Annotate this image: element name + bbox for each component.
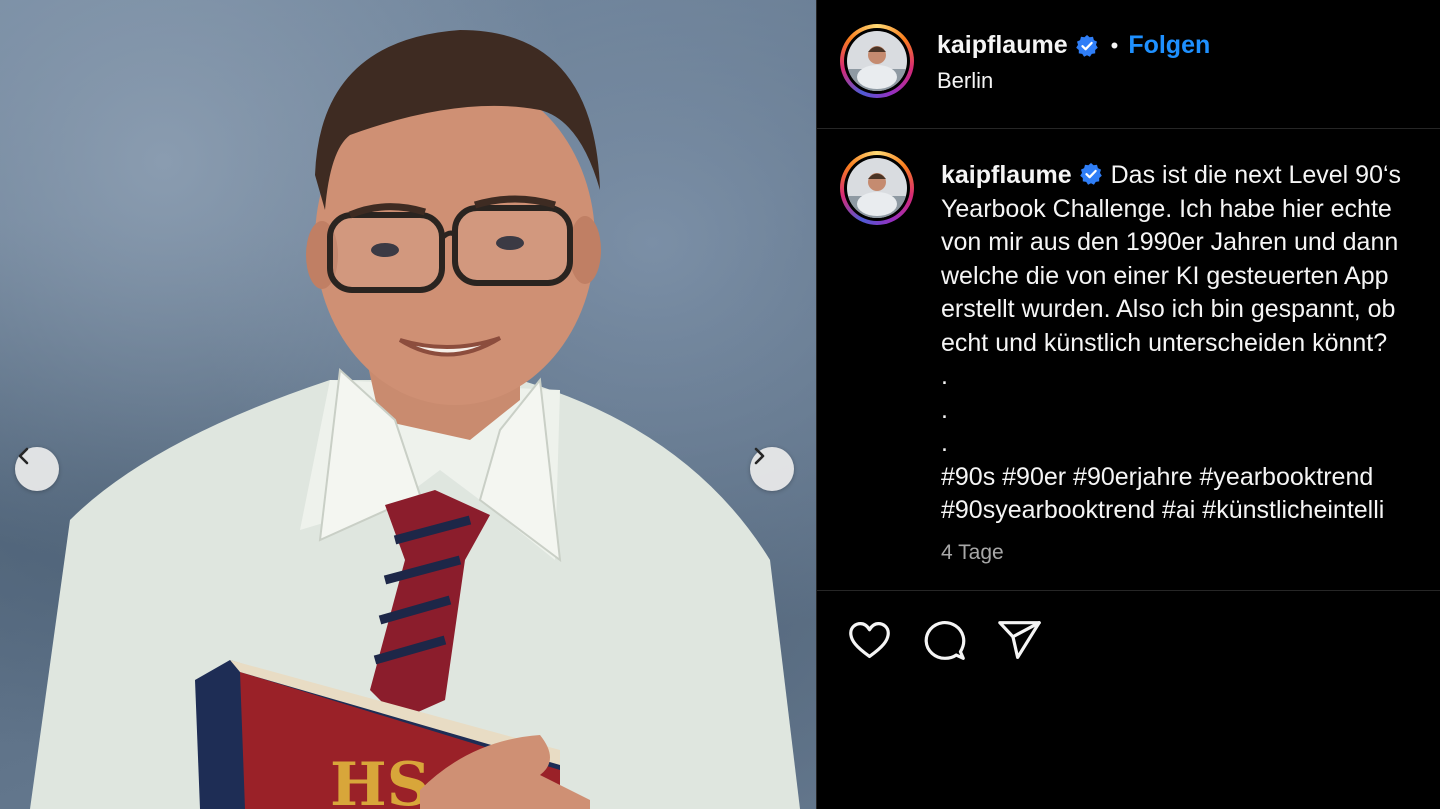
hashtag-line[interactable]: #90s #90er #90erjahre #yearbooktrend (941, 461, 1440, 495)
post-header: kaipflaume • Folgen Berlin (817, 0, 1440, 129)
previous-photo-button[interactable] (15, 447, 59, 491)
post-side-panel: kaipflaume • Folgen Berlin kaipflaume Da… (816, 0, 1440, 809)
caption-line: . (941, 395, 948, 424)
portrait-illustration: HS (30, 30, 800, 809)
comment-icon[interactable] (922, 618, 967, 663)
action-bar (847, 618, 1042, 663)
separator-dot: • (1110, 32, 1119, 58)
heart-icon[interactable] (847, 618, 892, 663)
follow-button[interactable]: Folgen (1128, 31, 1210, 60)
caption-line: . (941, 362, 948, 390)
avatar-image (847, 31, 907, 91)
caption-line: erstellt wurden. Also ich bin gespannt, … (941, 295, 1396, 323)
caption-line: Das ist die next Level 90‘s (1110, 161, 1402, 189)
post-caption: kaipflaume Das ist die next Level 90‘s Y… (941, 159, 1440, 528)
caption-line: Yearbook Challenge. Ich habe hier echte (941, 194, 1392, 223)
caption-line: von mir aus den 1990er Jahren und dann (941, 228, 1399, 256)
verified-badge-icon (1079, 163, 1102, 185)
caption-line: echt und künstlich unterscheiden könnt? (941, 328, 1388, 357)
caption-avatar[interactable] (840, 151, 914, 225)
chevron-left-icon (18, 447, 29, 465)
hashtag-line[interactable]: #90syearbooktrend #ai #künstlicheintelli (941, 494, 1440, 528)
send-icon[interactable] (997, 618, 1042, 663)
svg-text:HS: HS (330, 750, 430, 809)
next-photo-button[interactable] (750, 447, 794, 491)
post-timestamp[interactable]: 4 Tage (941, 541, 1004, 565)
avatar[interactable] (840, 24, 914, 98)
avatar-image (847, 158, 907, 218)
verified-badge-icon (1075, 34, 1098, 57)
chevron-right-icon (754, 447, 765, 465)
header-username[interactable]: kaipflaume (937, 31, 1068, 60)
post-location[interactable]: Berlin (937, 68, 993, 94)
caption-line: welche die von einer KI gesteuerten App (941, 261, 1389, 290)
divider (817, 590, 1440, 591)
post-photo: HS (0, 0, 816, 809)
caption-username[interactable]: kaipflaume (941, 161, 1072, 189)
caption-line: . (941, 429, 948, 457)
